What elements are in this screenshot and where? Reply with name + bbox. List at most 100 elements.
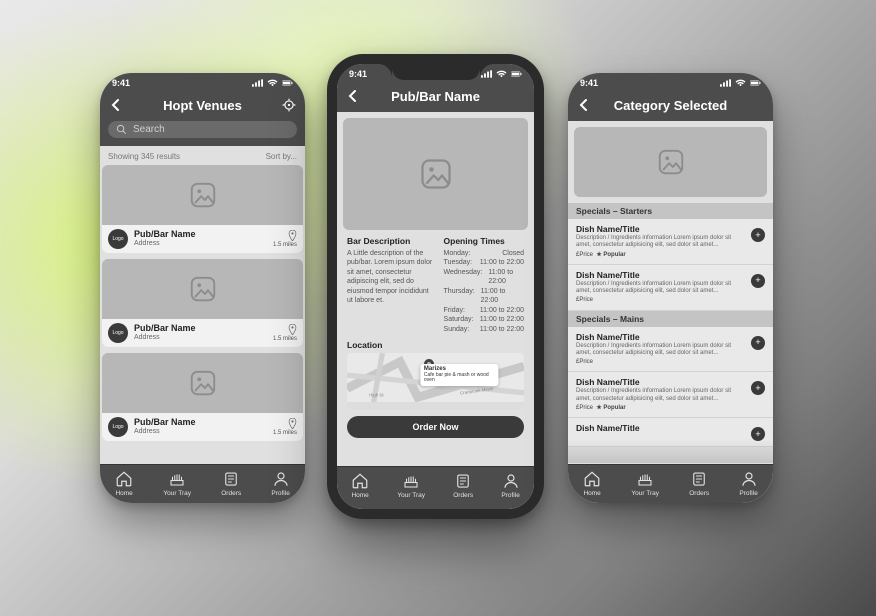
hours-row: Thursday:11:00 to 22:00 — [444, 287, 524, 306]
back-button[interactable] — [345, 88, 361, 104]
add-dish-button[interactable]: + — [751, 274, 765, 288]
pin-icon — [288, 418, 297, 429]
dish-name: Dish Name/Title — [576, 423, 745, 433]
dish-description: Description / Ingredients information Lo… — [576, 343, 745, 357]
dish-description: Description / Ingredients information Lo… — [576, 235, 745, 249]
tab-your-tray[interactable]: Your Tray — [163, 470, 191, 497]
phone-category: 9:41 Category Selected Specials – Starte… — [568, 73, 773, 503]
venue-card[interactable]: Logo Pub/Bar Name Address 1.5 miles — [102, 353, 303, 441]
venue-image-placeholder — [102, 165, 303, 225]
dish-meta: £Price ★ Popular — [576, 405, 745, 412]
signal-icon — [720, 79, 731, 87]
dish-name: Dish Name/Title — [576, 224, 745, 234]
order-now-button[interactable]: Order Now — [347, 416, 524, 438]
dish-meta: £Price — [576, 359, 745, 366]
top-nav: Category Selected — [568, 93, 773, 121]
tab-label: Profile — [739, 490, 757, 497]
dish-row[interactable]: Dish Name/Title Description / Ingredient… — [568, 372, 773, 418]
hours-row: Sunday:11:00 to 22:00 — [444, 325, 524, 334]
phone-detail-frame: 9:41 Pub/Bar Name Bar Description A Litt… — [327, 54, 544, 519]
sort-button[interactable]: Sort by... — [266, 152, 297, 161]
tab-profile[interactable]: Profile — [501, 472, 519, 499]
hours-heading: Opening Times — [444, 236, 524, 246]
add-dish-button[interactable]: + — [751, 381, 765, 395]
venue-image-placeholder — [102, 353, 303, 413]
dish-name: Dish Name/Title — [576, 332, 745, 342]
tab-label: Profile — [501, 492, 519, 499]
tab-label: Your Tray — [397, 492, 425, 499]
top-nav: Hopt Venues — [100, 93, 305, 121]
venue-address: Address — [134, 240, 267, 248]
tab-label: Your Tray — [631, 490, 659, 497]
phone-detail: 9:41 Pub/Bar Name Bar Description A Litt… — [337, 64, 534, 509]
tab-bar: Home Your Tray Orders Profile — [568, 464, 773, 503]
svg-text:High St: High St — [369, 392, 384, 397]
status-time: 9:41 — [580, 78, 598, 88]
tab-orders[interactable]: Orders — [689, 470, 709, 497]
venue-address: Address — [134, 428, 267, 436]
battery-icon — [750, 79, 761, 87]
status-time: 9:41 — [112, 78, 130, 88]
dish-name: Dish Name/Title — [576, 270, 745, 280]
dish-row[interactable]: Dish Name/Title Description / Ingredient… — [568, 327, 773, 373]
add-dish-button[interactable]: + — [751, 228, 765, 242]
back-button[interactable] — [108, 97, 124, 113]
dish-meta: £Price ★ Popular — [576, 252, 745, 259]
dish-row[interactable]: Dish Name/Title + — [568, 418, 773, 447]
map-pin-subtitle: Cafe bar pie & mash or wood oven — [424, 372, 489, 384]
tab-label: Home — [351, 492, 368, 499]
pin-icon — [288, 324, 297, 335]
tab-label: Your Tray — [163, 490, 191, 497]
venue-distance: 1.5 miles — [273, 418, 297, 436]
tab-profile[interactable]: Profile — [739, 470, 757, 497]
status-bar: 9:41 — [568, 73, 773, 93]
signal-icon — [252, 79, 263, 87]
tab-home[interactable]: Home — [115, 470, 133, 497]
dish-row[interactable]: Dish Name/Title Description / Ingredient… — [568, 265, 773, 311]
results-count: Showing 345 results — [108, 152, 180, 161]
map[interactable]: High St Cranbrook Mews Marizes Cafe bar … — [347, 353, 524, 409]
tab-label: Profile — [271, 490, 289, 497]
search-input[interactable]: Search — [108, 121, 297, 138]
tab-orders[interactable]: Orders — [453, 472, 473, 499]
page-title: Hopt Venues — [130, 98, 275, 113]
notch — [392, 64, 480, 80]
location-heading: Location — [347, 340, 524, 350]
description-text: A Little description of the pub/bar. Lor… — [347, 249, 436, 306]
venue-image-placeholder — [102, 259, 303, 319]
hero-image-placeholder — [343, 118, 528, 230]
venue-distance: 1.5 miles — [273, 324, 297, 342]
venue-address: Address — [134, 334, 267, 342]
venue-logo: Logo — [108, 229, 128, 249]
top-nav: Pub/Bar Name — [337, 84, 534, 112]
tab-home[interactable]: Home — [583, 470, 601, 497]
tab-orders[interactable]: Orders — [221, 470, 241, 497]
battery-icon — [511, 70, 522, 78]
pin-icon — [288, 230, 297, 241]
add-dish-button[interactable]: + — [751, 336, 765, 350]
status-time: 9:41 — [349, 69, 367, 79]
tab-label: Orders — [689, 490, 709, 497]
venue-name: Pub/Bar Name — [134, 230, 267, 240]
venue-name: Pub/Bar Name — [134, 324, 267, 334]
tab-your-tray[interactable]: Your Tray — [397, 472, 425, 499]
dish-name: Dish Name/Title — [576, 377, 745, 387]
section-heading: Specials – Starters — [568, 203, 773, 219]
hours-row: Saturday:11:00 to 22:00 — [444, 315, 524, 324]
battery-icon — [282, 79, 293, 87]
hours-row: Monday:Closed — [444, 249, 524, 258]
tab-home[interactable]: Home — [351, 472, 369, 499]
dish-meta: £Price — [576, 297, 745, 304]
venue-card[interactable]: Logo Pub/Bar Name Address 1.5 miles — [102, 165, 303, 253]
hours-row: Friday:11:00 to 22:00 — [444, 306, 524, 315]
section-heading: Specials – Mains — [568, 311, 773, 327]
tab-your-tray[interactable]: Your Tray — [631, 470, 659, 497]
add-dish-button[interactable]: + — [751, 427, 765, 441]
location-button[interactable] — [281, 97, 297, 113]
venue-card[interactable]: Logo Pub/Bar Name Address 1.5 miles — [102, 259, 303, 347]
dish-row[interactable]: Dish Name/Title Description / Ingredient… — [568, 219, 773, 265]
back-button[interactable] — [576, 97, 592, 113]
page-title: Pub/Bar Name — [367, 89, 504, 104]
tab-label: Home — [583, 490, 600, 497]
tab-profile[interactable]: Profile — [271, 470, 289, 497]
